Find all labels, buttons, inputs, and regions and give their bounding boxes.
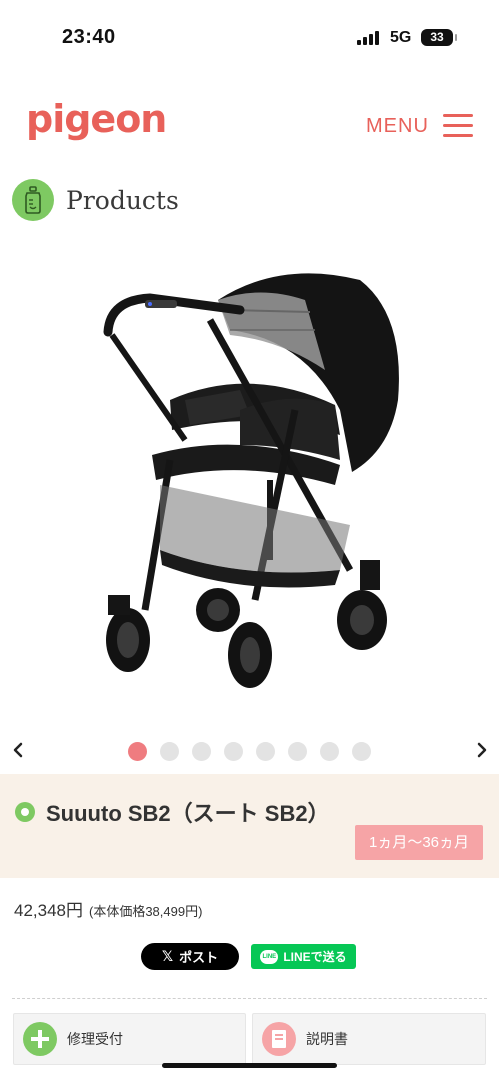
age-range-badge: 1ヵ月〜36ヵ月 xyxy=(355,825,483,860)
menu-label: MENU xyxy=(366,114,429,137)
pigeon-logo-mark: pigeon xyxy=(26,97,167,141)
carousel-navigation xyxy=(0,730,499,770)
section-title: Products xyxy=(66,185,179,215)
carousel-dot[interactable] xyxy=(192,742,211,761)
carousel-dot[interactable] xyxy=(320,742,339,761)
carousel-dots xyxy=(128,742,371,761)
hamburger-icon xyxy=(442,114,473,138)
product-name-panel: Suuuto SB2（スート SB2） 1ヵ月〜36ヵ月 xyxy=(0,774,499,878)
section-heading: Products xyxy=(12,178,179,222)
product-name-row: Suuuto SB2（スート SB2） xyxy=(15,796,330,828)
x-logo-icon: 𝕏 xyxy=(161,948,174,964)
baby-bottle-icon xyxy=(12,179,54,221)
network-type: 5G xyxy=(390,29,412,46)
chevron-left-icon[interactable] xyxy=(6,738,30,762)
carousel-dot[interactable] xyxy=(128,742,147,761)
price: 42,348円 xyxy=(14,901,83,920)
line-share-button[interactable]: LINE LINEで送る xyxy=(251,944,356,969)
home-indicator xyxy=(162,1063,337,1068)
manual-button[interactable]: 説明書 xyxy=(252,1013,486,1065)
carousel-dot[interactable] xyxy=(256,742,275,761)
carousel-dot[interactable] xyxy=(160,742,179,761)
wheel-front-right xyxy=(196,588,240,632)
x-post-label: ポスト xyxy=(179,950,219,965)
logo-wordmark: pigeon xyxy=(26,97,166,141)
carousel-dot[interactable] xyxy=(224,742,243,761)
menu-button[interactable]: MENU xyxy=(366,106,473,146)
wheel-rear-left xyxy=(228,622,272,688)
plus-icon xyxy=(23,1022,57,1056)
repair-request-button[interactable]: 修理受付 xyxy=(13,1013,246,1065)
site-header: pigeon MENU xyxy=(0,80,499,165)
status-bar: 23:40 5G 33 xyxy=(0,0,499,75)
line-logo-icon: LINE xyxy=(260,949,279,964)
battery-icon: 33 xyxy=(421,29,457,46)
repair-request-label: 修理受付 xyxy=(67,1031,123,1047)
manual-book-icon xyxy=(262,1022,296,1056)
wheel-front-left xyxy=(106,608,150,672)
wheel-rear-right xyxy=(337,590,387,650)
manual-label: 説明書 xyxy=(306,1031,348,1047)
price-row: 42,348円 (本体価格38,499円) xyxy=(14,896,202,921)
status-time: 23:40 xyxy=(62,26,116,48)
dashed-divider xyxy=(12,998,487,999)
cellular-signal-icon xyxy=(357,31,381,45)
product-image-stroller[interactable] xyxy=(90,260,410,700)
line-share-label: LINEで送る xyxy=(283,950,347,964)
share-buttons: 𝕏 ポスト LINE LINEで送る xyxy=(0,943,499,971)
product-name: Suuuto SB2（スート SB2） xyxy=(46,801,330,826)
price-before-tax: (本体価格38,499円) xyxy=(89,904,203,919)
pigeon-logo[interactable]: pigeon xyxy=(26,96,171,146)
battery-level: 33 xyxy=(430,30,444,44)
chevron-right-icon[interactable] xyxy=(470,738,494,762)
x-post-button[interactable]: 𝕏 ポスト xyxy=(141,943,239,970)
bullet-circle-icon xyxy=(15,802,35,822)
stroller-illustration xyxy=(103,273,399,688)
carousel-dot[interactable] xyxy=(288,742,307,761)
carousel-dot[interactable] xyxy=(352,742,371,761)
